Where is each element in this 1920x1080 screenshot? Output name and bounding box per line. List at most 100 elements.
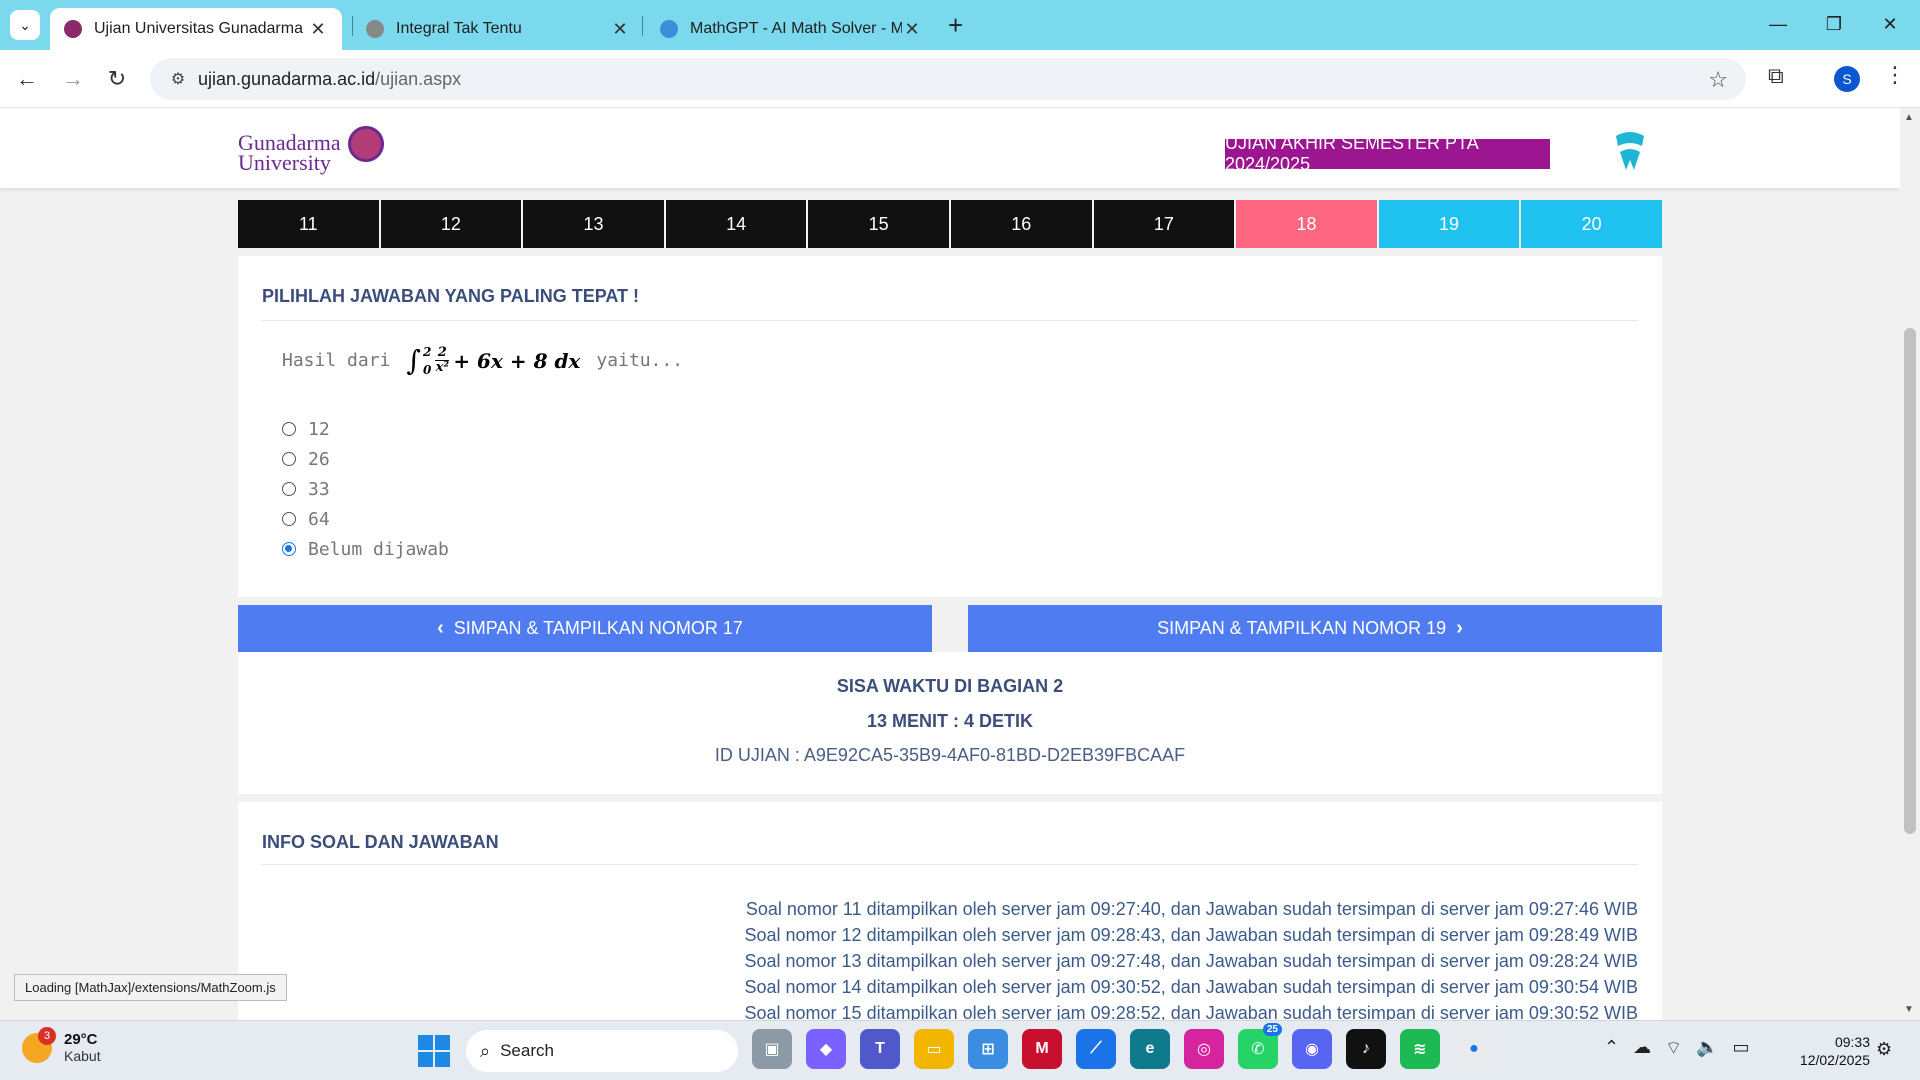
radio-button[interactable] <box>282 542 296 556</box>
radio-button[interactable] <box>282 482 296 496</box>
tooth-logo-icon <box>1616 132 1644 170</box>
minimize-icon[interactable]: — <box>1750 8 1806 40</box>
answer-option[interactable]: 33 <box>282 474 449 504</box>
question-nav-item[interactable]: 16 <box>950 200 1092 248</box>
chevron-left-icon: ‹ <box>437 617 444 639</box>
divider <box>262 864 1638 865</box>
reload-icon[interactable]: ↻ <box>100 62 134 96</box>
whatsapp-badge: 25 <box>1262 1023 1282 1036</box>
mathgpt-favicon-icon <box>660 20 678 38</box>
tab-ujian[interactable]: Ujian Universitas Gunadarma ✕ <box>50 8 342 50</box>
cloud-sync-icon[interactable]: ☁ <box>1633 1037 1651 1060</box>
discord-icon[interactable]: ◉ <box>1292 1029 1332 1069</box>
info-title: INFO SOAL DAN JAWABAN <box>262 832 499 852</box>
tab-mathgpt[interactable]: MathGPT - AI Math Solver - Ma ✕ <box>646 8 936 50</box>
tab-title: MathGPT - AI Math Solver - Ma <box>690 20 902 37</box>
browser-menu-icon[interactable]: ⋮ <box>1884 62 1906 88</box>
instagram-icon[interactable]: ◎ <box>1184 1029 1224 1069</box>
extensions-icon[interactable]: ⧉ <box>1768 63 1784 89</box>
answer-options: 12 26 33 64 Belum dijawab <box>282 414 449 564</box>
close-window-icon[interactable]: ✕ <box>1862 8 1918 40</box>
option-label: 33 <box>308 478 330 500</box>
wifi-icon[interactable]: ⌔ <box>1665 1037 1682 1060</box>
answer-option[interactable]: Belum dijawab <box>282 534 449 564</box>
start-windows-icon[interactable] <box>418 1035 450 1067</box>
ms-store-icon[interactable]: ⊞ <box>968 1029 1008 1069</box>
divider <box>262 320 1638 321</box>
scroll-thumb[interactable] <box>1904 328 1916 834</box>
restore-icon[interactable]: ❐ <box>1806 8 1862 40</box>
copilot-icon[interactable]: ◆ <box>806 1029 846 1069</box>
forward-icon[interactable]: → <box>56 62 90 96</box>
timer-card: SISA WAKTU DI BAGIAN 2 13 MENIT : 4 DETI… <box>238 652 1662 794</box>
log-line: Soal nomor 15 ditampilkan oleh server ja… <box>744 1003 1639 1020</box>
globe-favicon-icon <box>366 20 384 38</box>
whatsapp-icon[interactable]: ✆ 25 <box>1238 1023 1282 1069</box>
volume-icon[interactable]: 🔈 <box>1696 1037 1718 1060</box>
vector-app-icon[interactable]: ⟋ <box>1076 1029 1116 1069</box>
scroll-up-icon[interactable]: ▲ <box>1904 112 1914 123</box>
question-nav-item[interactable]: 15 <box>808 200 949 248</box>
option-label: 26 <box>308 448 330 470</box>
tab-title: Ujian Universitas Gunadarma <box>94 20 303 37</box>
question-nav-item[interactable]: 12 <box>380 200 522 248</box>
tiktok-icon[interactable]: ♪ <box>1346 1029 1386 1069</box>
question-nav-item[interactable]: 19 <box>1378 200 1520 248</box>
answer-option[interactable]: 64 <box>282 504 449 534</box>
question-nav-item[interactable]: 20 <box>1521 200 1662 248</box>
integral-limits: 2 0 <box>422 344 432 377</box>
back-icon[interactable]: ← <box>10 62 44 96</box>
info-card: INFO SOAL DAN JAWABAN Soal nomor 11 dita… <box>238 802 1662 1020</box>
option-label: Belum dijawab <box>308 538 449 560</box>
answer-option[interactable]: 26 <box>282 444 449 474</box>
close-tab-icon[interactable]: ✕ <box>902 19 922 40</box>
taskbar-search[interactable]: ⌕ Search <box>466 1030 738 1072</box>
page-content: Gunadarma University UJIAN AKHIR SEMESTE… <box>0 108 1900 1020</box>
edge-icon[interactable]: e <box>1130 1029 1170 1069</box>
radio-button[interactable] <box>282 422 296 436</box>
temperature: 29°C <box>64 1031 98 1048</box>
option-label: 12 <box>308 418 330 440</box>
url-text[interactable]: ujian.gunadarma.ac.id/ujian.aspx <box>198 69 461 90</box>
site-settings-icon[interactable]: ⚙ <box>158 69 198 89</box>
profile-avatar[interactable]: S <box>1834 66 1860 92</box>
file-explorer-icon[interactable]: ▭ <box>914 1029 954 1069</box>
browser-tab-strip: ⌄ Ujian Universitas Gunadarma ✕ Integral… <box>0 0 1920 50</box>
next-question-button[interactable]: SIMPAN & TAMPILKAN NOMOR 19 › <box>968 605 1662 652</box>
weather-widget[interactable]: 3 29°C Kabut <box>22 1026 101 1064</box>
battery-icon[interactable]: ▭ <box>1732 1037 1749 1060</box>
teams-icon[interactable]: T <box>860 1029 900 1069</box>
mcafee-icon[interactable]: M <box>1022 1029 1062 1069</box>
question-nav-item[interactable]: 13 <box>523 200 664 248</box>
chrome-icon[interactable]: ● <box>1454 1029 1494 1069</box>
weather-condition: Kabut <box>64 1048 101 1064</box>
show-hidden-icons-chevron-icon[interactable]: ⌃ <box>1604 1037 1619 1060</box>
new-tab-icon[interactable]: + <box>948 10 963 40</box>
close-tab-icon[interactable]: ✕ <box>308 19 328 40</box>
task-view-icon[interactable]: ▣ <box>752 1029 792 1069</box>
exam-id: ID UJIAN : A9E92CA5-35B9-4AF0-81BD-D2EB3… <box>714 745 1186 765</box>
question-nav-item[interactable]: 17 <box>1093 200 1235 248</box>
radio-button[interactable] <box>282 512 296 526</box>
question-text: Hasil dari ∫ 2 0 2 x² + 6x + 8 dx yaitu.… <box>282 344 684 377</box>
log-line: Soal nomor 12 ditampilkan oleh server ja… <box>744 925 1639 945</box>
address-bar[interactable]: ⚙ ujian.gunadarma.ac.id/ujian.aspx ☆ <box>150 58 1746 100</box>
scroll-down-icon[interactable]: ▼ <box>1904 1004 1914 1015</box>
spotify-icon[interactable]: ≋ <box>1400 1029 1440 1069</box>
close-tab-icon[interactable]: ✕ <box>610 19 630 40</box>
question-nav-item[interactable]: 18 <box>1236 200 1377 248</box>
bookmark-star-icon[interactable]: ☆ <box>1708 67 1728 93</box>
clock[interactable]: 09:33 12/02/2025 <box>1786 1033 1870 1069</box>
chevron-right-icon: › <box>1456 617 1463 639</box>
pinned-apps: ▣ ◆ T ▭ ⊞ M ⟋ e ◎ ✆ 25 ◉ ♪ ≋ ● <box>752 1023 1494 1073</box>
prev-question-button[interactable]: ‹ SIMPAN & TAMPILKAN NOMOR 17 <box>238 605 932 652</box>
page-scrollbar[interactable]: ▲ ▼ <box>1900 108 1920 1020</box>
tab-search-chevron-icon[interactable]: ⌄ <box>10 10 40 40</box>
question-nav-item[interactable]: 11 <box>238 200 379 248</box>
radio-button[interactable] <box>282 452 296 466</box>
question-nav-item[interactable]: 14 <box>665 200 807 248</box>
weather-sun-icon: 3 <box>22 1026 56 1063</box>
tab-integral[interactable]: Integral Tak Tentu ✕ <box>352 8 644 50</box>
notification-gear-icon[interactable]: ⚙ <box>1876 1039 1892 1060</box>
answer-option[interactable]: 12 <box>282 414 449 444</box>
